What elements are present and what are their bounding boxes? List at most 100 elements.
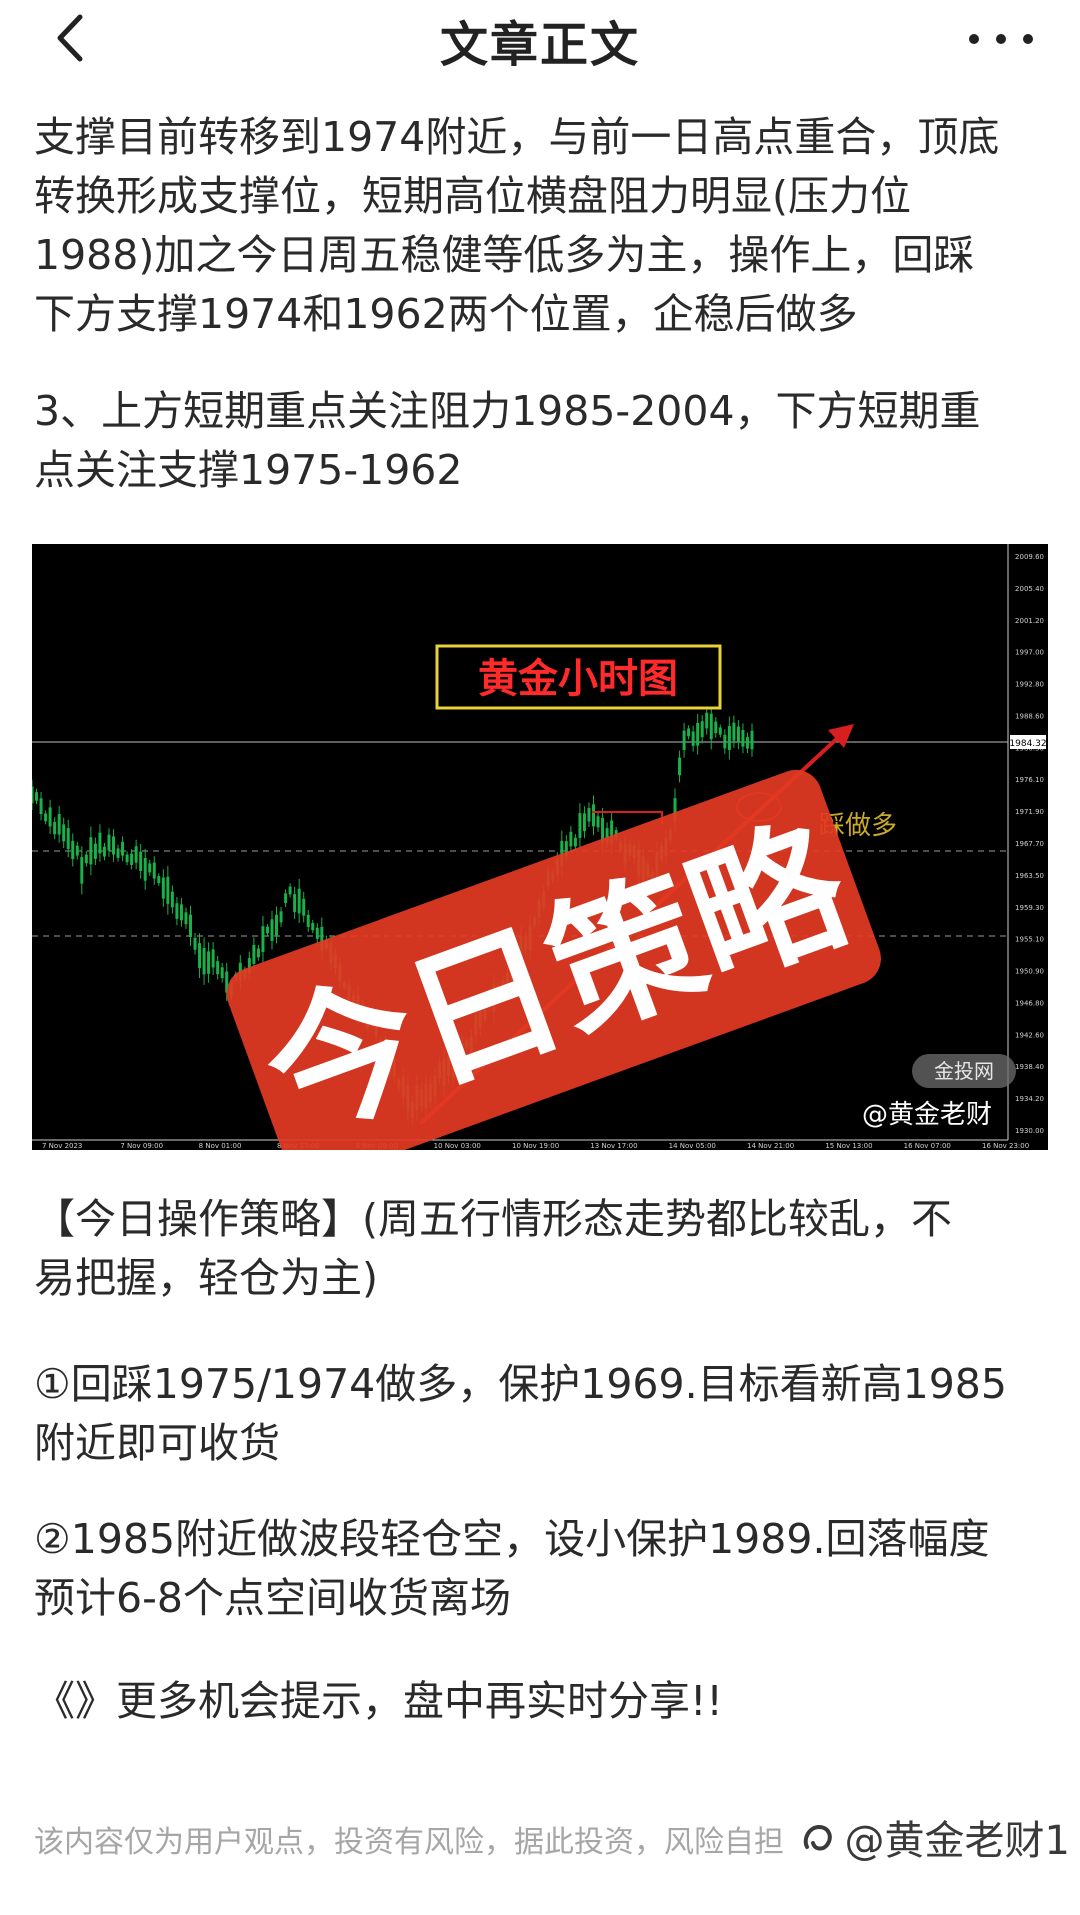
- price-tick-label: 1959.30: [1015, 904, 1044, 912]
- candle-body: [592, 804, 596, 827]
- candle-body: [216, 961, 220, 975]
- time-tick-label: 7 Nov 09:00: [120, 1142, 163, 1150]
- text-line: 支撑目前转移到1974附近，与前一日高点重合，顶底: [34, 113, 1000, 161]
- candle-body: [170, 891, 174, 908]
- back-button[interactable]: [40, 8, 100, 68]
- candle-body: [678, 757, 682, 776]
- candle-body: [587, 807, 591, 822]
- site-badge: 金投网: [934, 1059, 994, 1083]
- candle-body: [161, 877, 165, 899]
- candle-body: [211, 949, 215, 968]
- candle-body: [727, 726, 731, 751]
- candle-body: [84, 854, 88, 864]
- price-tick-label: 2009.60: [1015, 553, 1044, 561]
- candle-body: [179, 904, 183, 921]
- candle-body: [75, 845, 79, 856]
- text-line: 易把握，轻仓为主): [34, 1254, 378, 1302]
- candle-body: [700, 721, 704, 738]
- candle-body: [44, 813, 48, 822]
- candle-body: [265, 926, 269, 934]
- candle-body: [569, 831, 573, 847]
- candle-body: [288, 886, 292, 895]
- article-paragraph-2: 3、上方短期重点关注阻力1985-2004，下方短期重 点关注支撑1975-19…: [34, 382, 1050, 500]
- candle-body: [39, 798, 43, 815]
- candle-body: [279, 911, 283, 923]
- price-tick-label: 1946.80: [1015, 999, 1044, 1007]
- chart-watermark: @黄金老财: [862, 1100, 992, 1130]
- more-dots-icon: [969, 34, 1033, 44]
- text-line: 《》更多机会提示，盘中再实时分享!!: [34, 1677, 723, 1725]
- author-watermark: @黄金老财1: [799, 1808, 1070, 1866]
- price-tick-label: 1997.00: [1015, 649, 1044, 657]
- price-tick-label: 1988.60: [1015, 712, 1044, 720]
- candle-body: [709, 713, 713, 740]
- time-tick-label: 13 Nov 17:00: [590, 1142, 637, 1150]
- candle-body: [284, 893, 288, 904]
- text-line: ②1985附近做波段轻仓空，设小保护1989.回落幅度: [34, 1515, 990, 1563]
- current-price-label: 1984.32: [1009, 739, 1046, 749]
- text-line: 点关注支撑1975-1962: [34, 446, 463, 494]
- candle-body: [184, 912, 188, 925]
- price-tick-label: 1971.90: [1015, 808, 1044, 816]
- candle-body: [188, 914, 192, 937]
- candle-body: [148, 863, 152, 873]
- text-line: 附近即可收货: [34, 1419, 280, 1467]
- candle-body: [573, 837, 577, 847]
- candle-body: [582, 813, 586, 832]
- candle-body: [207, 951, 211, 974]
- candle-body: [193, 937, 197, 950]
- chevron-left-icon: [57, 14, 83, 62]
- candle-body: [57, 814, 61, 835]
- article-paragraph-4: ①回踩1975/1974做多，保护1969.目标看新高1985 附近即可收货: [34, 1355, 1050, 1473]
- text-line: 3、上方短期重点关注阻力1985-2004，下方短期重: [34, 387, 981, 435]
- candle-body: [175, 903, 179, 919]
- gold-hourly-chart-image[interactable]: 2009.60 2005.40 2001.20 1997.00 1992.80 1988.…: [32, 544, 1048, 1150]
- candle-body: [293, 894, 297, 912]
- candle-body: [682, 730, 686, 751]
- article-paragraph-5: ②1985附近做波段轻仓空，设小保护1989.回落幅度 预计6-8个点空间收货离…: [34, 1510, 1050, 1628]
- candle-body: [66, 828, 70, 849]
- candle-body: [166, 876, 170, 904]
- candle-body: [220, 967, 224, 979]
- candle-body: [121, 841, 125, 856]
- candle-body: [134, 846, 138, 863]
- candle-body: [315, 927, 319, 939]
- time-tick-label: 14 Nov 21:00: [747, 1142, 794, 1150]
- candle-body: [32, 786, 34, 804]
- price-tick-label: 1930.00: [1015, 1127, 1044, 1135]
- price-tick-label: 1938.40: [1015, 1063, 1044, 1071]
- time-tick-label: 10 Nov 03:00: [434, 1142, 481, 1150]
- candle-body: [596, 816, 600, 828]
- text-line: 转换形成支撑位，短期高位横盘阻力明显(压力位: [34, 172, 911, 220]
- price-tick-label: 1955.10: [1015, 936, 1044, 944]
- candle-body: [275, 914, 279, 936]
- candle-body: [107, 834, 111, 851]
- candle-body: [691, 731, 695, 746]
- chart-title: 黄金小时图: [478, 655, 678, 702]
- price-tick-label: 1963.50: [1015, 872, 1044, 880]
- candle-body: [93, 843, 97, 859]
- candle-body: [71, 840, 75, 860]
- candle-body: [256, 948, 260, 958]
- text-line: 下方支撑1974和1962两个位置，企稳后做多: [34, 290, 858, 338]
- price-tick-label: 2001.20: [1015, 617, 1044, 625]
- candle-body: [252, 944, 256, 964]
- platform-logo-icon: [803, 1824, 832, 1851]
- candle-body: [53, 821, 57, 835]
- time-tick-label: 10 Nov 19:00: [512, 1142, 559, 1150]
- time-tick-label: 15 Nov 13:00: [825, 1142, 872, 1150]
- candle-body: [102, 846, 106, 857]
- candle-body: [80, 856, 84, 884]
- disclaimer-text: 该内容仅为用户观点，投资有风险，据此投资，风险自担: [34, 1825, 784, 1860]
- candle-body: [143, 857, 147, 881]
- article-paragraph-3: 【今日操作策略】(周五行情形态走势都比较乱，不 易把握，轻仓为主): [34, 1190, 1050, 1308]
- chart-svg: 2009.60 2005.40 2001.20 1997.00 1992.80 1988.…: [32, 544, 1048, 1150]
- candle-body: [116, 848, 120, 858]
- candle-body: [152, 862, 156, 879]
- more-button[interactable]: [956, 14, 1046, 64]
- candle-body: [297, 888, 301, 914]
- candle-body: [723, 734, 727, 749]
- time-tick-label: 14 Nov 05:00: [669, 1142, 716, 1150]
- candle-body: [696, 722, 700, 746]
- candle-body: [302, 898, 306, 916]
